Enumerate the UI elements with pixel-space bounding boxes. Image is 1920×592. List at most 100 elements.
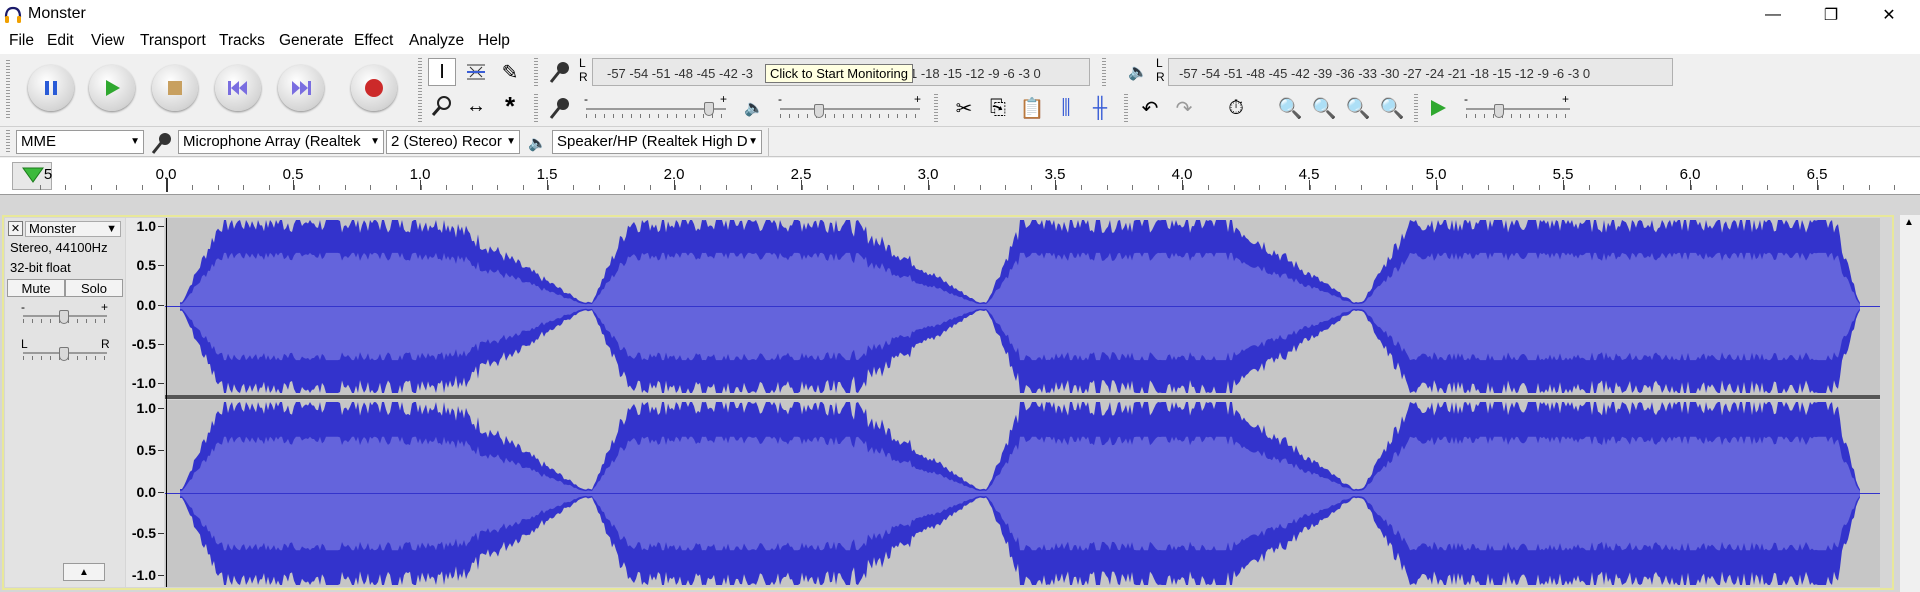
play-speed-thumb[interactable] bbox=[1494, 104, 1504, 118]
timeline-ruler[interactable]: 5 0.0 0.5 1.0 1.5 2.0 2.5 3.0 3.5 4.0 4.5 5.0 5.5 6.0… bbox=[0, 158, 1920, 195]
play-speed-slider[interactable] bbox=[1466, 108, 1570, 110]
menu-transport[interactable]: Transport bbox=[140, 32, 206, 50]
menu-tracks[interactable]: Tracks bbox=[219, 32, 265, 50]
ruler-minor-tick bbox=[1360, 185, 1362, 190]
toolbar-grip[interactable] bbox=[1414, 94, 1418, 122]
play-at-speed-button[interactable] bbox=[1424, 94, 1452, 122]
recording-device-select[interactable]: Microphone Array (Realtek ▼ bbox=[178, 130, 384, 154]
ruler-label: 5 bbox=[43, 166, 53, 183]
menu-help[interactable]: Help bbox=[478, 32, 510, 50]
close-button[interactable]: ✕ bbox=[1866, 0, 1912, 30]
collapse-track-button[interactable]: ▲ bbox=[63, 563, 105, 581]
zoom-out-button[interactable]: 🔍 bbox=[1310, 94, 1338, 122]
toolbar-grip[interactable] bbox=[534, 58, 538, 86]
audio-host-select[interactable]: MME ▼ bbox=[16, 130, 144, 154]
menu-view[interactable]: View bbox=[91, 32, 124, 50]
ruler-minor-tick bbox=[1843, 185, 1845, 190]
silence-button[interactable]: ╫ bbox=[1086, 94, 1114, 122]
waveform-right-channel[interactable] bbox=[165, 400, 1880, 587]
undo-button[interactable]: ↶ bbox=[1136, 94, 1164, 122]
menu-analyze[interactable]: Analyze bbox=[409, 32, 464, 50]
ruler-minor-tick bbox=[1005, 185, 1007, 190]
skip-to-end-button[interactable] bbox=[278, 65, 324, 111]
multi-tool-button[interactable]: * bbox=[496, 90, 524, 121]
zoom-tool-button[interactable] bbox=[428, 92, 456, 120]
toolbar-grip[interactable] bbox=[1102, 58, 1106, 86]
ruler-minor-tick bbox=[344, 185, 346, 190]
ruler-minor-tick bbox=[1208, 185, 1210, 190]
cut-button[interactable]: ✂ bbox=[950, 94, 978, 122]
copy-button[interactable]: ⎘ bbox=[984, 94, 1012, 122]
recording-volume-thumb[interactable] bbox=[704, 102, 715, 116]
triangle-up-icon: ▲ bbox=[79, 567, 89, 578]
menu-generate[interactable]: Generate bbox=[279, 32, 344, 50]
menu-edit[interactable]: Edit bbox=[47, 32, 74, 50]
envelope-tool-button[interactable] bbox=[462, 58, 490, 86]
vertical-scale-label: -0.5 bbox=[131, 335, 156, 352]
toolbar-grip[interactable] bbox=[534, 94, 538, 122]
playback-volume-thumb[interactable] bbox=[814, 104, 825, 118]
paste-button[interactable]: 📋 bbox=[1018, 94, 1046, 122]
ruler-minor-tick bbox=[1589, 185, 1591, 190]
track-menu-button[interactable]: Monster ▼ bbox=[25, 221, 121, 237]
skip-to-start-button[interactable] bbox=[215, 65, 261, 111]
pause-button[interactable] bbox=[28, 65, 74, 111]
track-format-info: Stereo, 44100Hz bbox=[10, 240, 108, 255]
minimize-button[interactable]: — bbox=[1750, 0, 1796, 30]
asterisk-icon: * bbox=[504, 90, 516, 121]
pan-thumb[interactable] bbox=[59, 347, 69, 361]
menu-file[interactable]: File bbox=[9, 32, 34, 50]
draw-tool-button[interactable]: ✎ bbox=[496, 58, 524, 86]
ruler-minor-tick bbox=[1767, 185, 1769, 190]
chevron-down-icon: ▼ bbox=[506, 136, 516, 147]
chevron-down-icon: ▼ bbox=[106, 223, 117, 235]
play-meter[interactable]: -57 -54 -51 -48 -45 -42 -39 -36 -33 -30 … bbox=[1168, 58, 1673, 86]
play-meter-scale: -57 -54 -51 -48 -45 -42 -39 -36 -33 -30 … bbox=[1179, 66, 1591, 81]
ruler-minor-tick bbox=[1665, 185, 1667, 190]
play-button[interactable] bbox=[89, 65, 135, 111]
vertical-scale-label: -0.5 bbox=[131, 525, 156, 542]
mute-button[interactable]: Mute bbox=[7, 279, 65, 297]
recording-channels-select[interactable]: 2 (Stereo) Recor ▼ bbox=[386, 130, 520, 154]
record-button[interactable] bbox=[351, 65, 397, 111]
close-track-button[interactable]: ✕ bbox=[8, 221, 23, 236]
stop-button[interactable] bbox=[152, 65, 198, 111]
rec-volume-minus: - bbox=[584, 92, 588, 106]
vertical-scale-label: 0.0 bbox=[136, 483, 156, 500]
toolbar-grip[interactable] bbox=[1124, 94, 1128, 122]
speed-minus: - bbox=[1464, 92, 1468, 106]
fit-selection-button[interactable]: 🔍 bbox=[1344, 94, 1372, 122]
vertical-scale-tick bbox=[158, 226, 164, 227]
ruler-minor-tick bbox=[1310, 185, 1311, 190]
zoom-in-icon: 🔍 bbox=[1277, 97, 1303, 120]
record-meter-scale: -57 -54 -51 -48 -45 -42 -3 bbox=[607, 66, 753, 81]
vertical-scale-tick bbox=[158, 265, 164, 267]
play-volume-plus: + bbox=[914, 92, 922, 106]
toolbar-grip[interactable] bbox=[418, 58, 422, 122]
menu-effect[interactable]: Effect bbox=[354, 32, 393, 50]
restore-button[interactable]: ❐ bbox=[1808, 0, 1854, 30]
ruler-minor-tick bbox=[1792, 185, 1794, 190]
selection-tool-button[interactable]: I bbox=[428, 58, 456, 86]
ruler-minor-tick bbox=[40, 185, 41, 190]
playback-device-select[interactable]: Speaker/HP (Realtek High D ▼ bbox=[552, 130, 762, 154]
toolbar-grip[interactable] bbox=[934, 94, 938, 122]
time-shift-tool-button[interactable]: ↔ bbox=[462, 92, 490, 120]
vertical-scale-label: -1.0 bbox=[131, 567, 156, 583]
playback-volume-slider[interactable] bbox=[780, 108, 920, 110]
zoom-in-button[interactable]: 🔍 bbox=[1276, 94, 1304, 122]
sync-lock-button[interactable]: ⏱ bbox=[1222, 94, 1250, 122]
redo-button[interactable]: ↷ bbox=[1170, 94, 1198, 122]
vertical-scrollbar[interactable]: ▲ bbox=[1900, 215, 1920, 592]
gain-thumb[interactable] bbox=[59, 310, 69, 324]
ruler-minor-tick bbox=[1132, 185, 1134, 190]
stop-icon bbox=[168, 81, 182, 95]
solo-button[interactable]: Solo bbox=[65, 279, 123, 297]
ruler-minor-tick bbox=[1640, 185, 1642, 190]
toolbar-grip[interactable] bbox=[6, 60, 10, 120]
fit-project-button[interactable]: 🔍 bbox=[1378, 94, 1406, 122]
trim-button[interactable]: ⫼ bbox=[1052, 94, 1080, 122]
waveform-left-channel[interactable] bbox=[165, 218, 1880, 395]
toolbar-grip[interactable] bbox=[6, 130, 10, 154]
vertical-scale-tick bbox=[158, 575, 164, 576]
